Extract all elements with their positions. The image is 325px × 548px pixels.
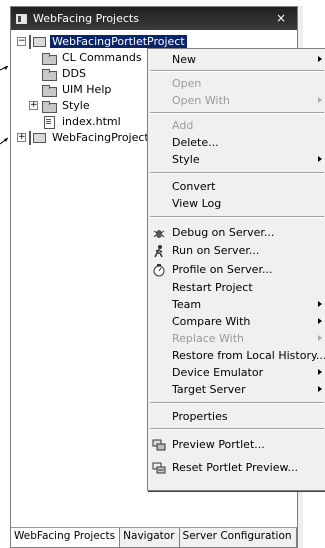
- menu-item-restart-project[interactable]: Restart Project: [148, 279, 325, 296]
- tree-item-label: UIM Help: [62, 83, 112, 96]
- menu-item-run-on-server[interactable]: Run on Server...: [148, 242, 325, 259]
- tree-item-index-html[interactable]: index.html: [41, 114, 123, 129]
- menu-item-replace-with[interactable]: Replace With: [148, 330, 325, 347]
- submenu-arrow-icon: [318, 97, 322, 103]
- tree-item-label: index.html: [62, 115, 121, 128]
- menu-label: Preview Portlet...: [172, 438, 265, 451]
- menu-item-add[interactable]: Add: [148, 117, 325, 134]
- menu-item-new[interactable]: New: [148, 51, 325, 68]
- menu-item-compare-with[interactable]: Compare With: [148, 313, 325, 330]
- menu-item-device-emulator[interactable]: Device Emulator: [148, 364, 325, 381]
- menu-separator: [150, 402, 324, 404]
- menu-label: Compare With: [172, 315, 251, 328]
- menu-item-reset-portlet-preview[interactable]: Reset Portlet Preview...: [148, 459, 325, 476]
- folder-icon: [41, 51, 57, 65]
- menu-item-preview-portlet[interactable]: Preview Portlet...: [148, 436, 325, 453]
- submenu-arrow-icon: [318, 318, 322, 324]
- menu-separator: [150, 428, 324, 430]
- tree-item-label: DDS: [62, 67, 86, 80]
- menu-label: View Log: [172, 197, 222, 210]
- style-folder-icon: [41, 99, 57, 113]
- menu-item-open[interactable]: Open: [148, 75, 325, 92]
- menu-separator: [150, 216, 324, 218]
- menu-label: Profile on Server...: [172, 263, 273, 276]
- submenu-arrow-icon: [318, 369, 322, 375]
- menu-label: Properties: [172, 410, 228, 423]
- context-menu: New Open Open With Add Delete... Style C…: [147, 48, 325, 491]
- profile-icon: [153, 263, 165, 276]
- submenu-arrow-icon: [318, 56, 322, 62]
- menu-label: Convert: [172, 180, 216, 193]
- tab-server-configuration[interactable]: Server Configuration: [179, 528, 297, 547]
- view-title: WebFacing Projects: [33, 12, 139, 25]
- menu-item-profile-on-server[interactable]: Profile on Server...: [148, 261, 325, 278]
- submenu-arrow-icon: [318, 301, 322, 307]
- menu-label: Open With: [172, 94, 230, 107]
- close-icon[interactable]: ×: [273, 10, 289, 26]
- tree-item-uim-help[interactable]: UIM Help: [41, 82, 113, 97]
- debug-icon: [153, 229, 165, 238]
- menu-item-restore-from-local-history[interactable]: Restore from Local History...: [148, 347, 325, 364]
- tab-webfacing-projects[interactable]: WebFacing Projects: [11, 528, 121, 547]
- tree-item-label: WebFacingPortletProject: [50, 35, 187, 48]
- view-icon: [16, 13, 27, 24]
- menu-label: Replace With: [172, 332, 244, 345]
- menu-label: Reset Portlet Preview...: [172, 461, 298, 474]
- html-file-icon: [41, 115, 57, 129]
- menu-label: Add: [172, 119, 194, 132]
- tree-item-label: WebFacingProject: [52, 131, 149, 144]
- folder-icon: [41, 67, 57, 81]
- collapse-icon[interactable]: −: [17, 37, 26, 46]
- menu-label: Run on Server...: [172, 244, 260, 257]
- view-title-bar: WebFacing Projects ×: [11, 7, 297, 30]
- submenu-arrow-icon: [318, 386, 322, 392]
- menu-separator: [150, 70, 324, 72]
- menu-item-properties[interactable]: Properties: [148, 408, 325, 425]
- menu-label: Debug on Server...: [172, 226, 275, 239]
- submenu-arrow-icon: [318, 156, 322, 162]
- menu-label: Restart Project: [172, 281, 253, 294]
- reset-preview-icon: [152, 462, 166, 473]
- tree-item-label: CL Commands: [62, 51, 142, 64]
- tree-item-webfacing-project[interactable]: + WebFacingProject: [17, 130, 151, 145]
- annotation-arrows: [0, 65, 10, 146]
- tree-item-root-project[interactable]: − WebFacingPortletProject: [17, 34, 187, 49]
- menu-label: Open: [172, 77, 202, 90]
- menu-item-style[interactable]: Style: [148, 151, 325, 168]
- menu-item-team[interactable]: Team: [148, 296, 325, 313]
- menu-label: Team: [172, 298, 202, 311]
- menu-item-debug-on-server[interactable]: Debug on Server...: [148, 224, 325, 241]
- menu-separator: [150, 172, 324, 174]
- expand-icon[interactable]: +: [17, 133, 26, 142]
- tree-item-style[interactable]: + Style: [29, 98, 92, 113]
- folder-icon: [41, 83, 57, 97]
- run-icon: [154, 244, 163, 257]
- portlet-project-icon: [29, 34, 47, 49]
- menu-item-open-with[interactable]: Open With: [148, 92, 325, 109]
- tree-item-dds[interactable]: DDS: [41, 66, 88, 81]
- preview-portlet-icon: [152, 439, 166, 450]
- menu-item-target-server[interactable]: Target Server: [148, 381, 325, 398]
- tree-item-cl-commands[interactable]: CL Commands: [41, 50, 144, 65]
- project-icon: [29, 130, 47, 145]
- menu-label: New: [172, 53, 196, 66]
- menu-label: Restore from Local History...: [172, 349, 325, 362]
- menu-label: Style: [172, 153, 200, 166]
- menu-label: Device Emulator: [172, 366, 264, 379]
- menu-separator: [150, 112, 324, 114]
- tree-item-label: Style: [62, 99, 90, 112]
- menu-label: Target Server: [172, 383, 246, 396]
- menu-item-convert[interactable]: Convert: [148, 178, 325, 195]
- menu-item-delete[interactable]: Delete...: [148, 134, 325, 151]
- menu-label: Delete...: [172, 136, 219, 149]
- view-tab-bar: WebFacing Projects Navigator Server Conf…: [11, 527, 297, 547]
- submenu-arrow-icon: [318, 335, 322, 341]
- tab-navigator[interactable]: Navigator: [120, 528, 180, 547]
- expand-icon[interactable]: +: [29, 101, 38, 110]
- menu-item-view-log[interactable]: View Log: [148, 195, 325, 212]
